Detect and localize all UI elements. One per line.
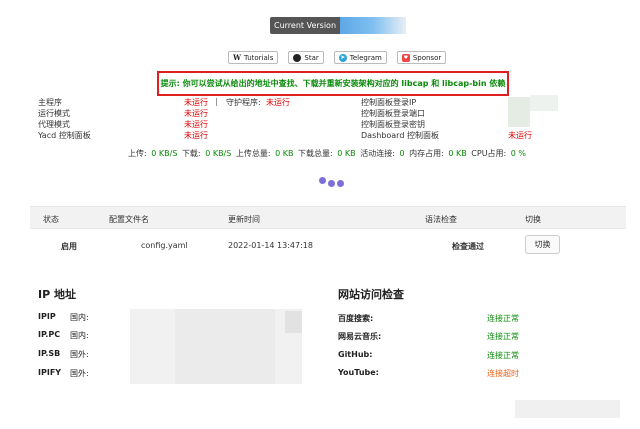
redacted-login-values-2 xyxy=(530,95,558,111)
version-label: Current Version xyxy=(270,17,341,34)
login-key-label: 控制面板登录密钥 xyxy=(361,120,425,129)
sponsor-icon: ♥ xyxy=(401,53,410,62)
row-updated: 2022-01-14 13:47:18 xyxy=(228,241,313,250)
watermark-redacted xyxy=(515,400,620,418)
sponsor-button[interactable]: ♥ Sponsor xyxy=(396,51,447,64)
run-mode-status: 未运行 xyxy=(184,109,208,118)
row-status: 启用 xyxy=(61,242,77,251)
ip-source-label: IP.SB xyxy=(38,349,61,358)
download-label: 下载: xyxy=(181,149,201,158)
ip-location-label: 国外: xyxy=(70,350,89,359)
loading-dot xyxy=(337,180,344,187)
ip-source-label: IPIFY xyxy=(38,368,62,377)
ip-location-label: 国外: xyxy=(70,369,89,378)
yacd-status[interactable]: 未运行 xyxy=(184,130,208,141)
net-site-status: 连接正常 xyxy=(487,351,519,360)
switch-config-button[interactable]: 切换 xyxy=(525,235,560,254)
ip-location-label: 国内: xyxy=(70,313,89,322)
github-icon xyxy=(293,53,302,62)
upload-total-label: 上传总量: xyxy=(235,149,271,158)
ip-source-label: IPIP xyxy=(38,312,56,321)
tutorials-button[interactable]: W Tutorials xyxy=(228,51,279,64)
redacted-login-values xyxy=(508,97,530,127)
dashboard-status[interactable]: 未运行 xyxy=(508,130,532,141)
version-badge: Current Version xyxy=(270,17,407,34)
row-filename: config.yaml xyxy=(141,241,188,250)
redacted-ip-values-edge xyxy=(285,311,302,333)
cpu-value: 0 % xyxy=(510,149,527,158)
telegram-icon: ➤ xyxy=(338,53,347,62)
tutorials-label: Tutorials xyxy=(244,53,274,62)
row-syntax: 检查通过 xyxy=(452,242,484,251)
proxy-mode-status: 未运行 xyxy=(184,120,208,129)
upload-total-value: 0 KB xyxy=(275,149,294,158)
star-button[interactable]: Star xyxy=(288,51,324,64)
header-updated: 更新时间 xyxy=(228,215,260,224)
yacd-label: Yacd 控制面板 xyxy=(38,131,91,140)
traffic-stats: 上传: 0 KB/S 下载: 0 KB/S 上传总量: 0 KB 下载总量: 0… xyxy=(128,148,528,159)
telegram-label: Telegram xyxy=(349,53,382,62)
net-site-label: 网易云音乐: xyxy=(338,332,382,341)
guard-program-label: 守护程序: xyxy=(226,98,261,107)
net-site-label: GitHub: xyxy=(338,350,373,359)
download-total-value: 0 KB xyxy=(337,149,356,158)
upload-value: 0 KB/S xyxy=(151,149,178,158)
run-mode-label: 运行模式 xyxy=(38,109,70,118)
wikipedia-icon: W xyxy=(233,52,241,62)
connections-value: 0 xyxy=(399,149,405,158)
ip-section-title: IP 地址 xyxy=(38,288,76,301)
download-total-label: 下载总量: xyxy=(298,149,333,158)
login-port-label: 控制面板登录端口 xyxy=(361,109,425,118)
cpu-label: CPU占用: xyxy=(471,149,507,158)
net-site-label: 百度搜索: xyxy=(338,314,374,323)
hint-text: 提示: 你可以尝试从给出的地址中查找、下载并重新安装架构对应的 libcap 和… xyxy=(160,79,506,88)
header-status: 状态 xyxy=(43,215,59,224)
download-value: 0 KB/S xyxy=(205,149,232,158)
loading-dot xyxy=(328,180,335,187)
header-filename: 配置文件名 xyxy=(109,215,149,224)
telegram-button[interactable]: ➤ Telegram xyxy=(333,51,387,64)
guard-program-status: 未运行 xyxy=(266,98,290,107)
net-site-status: 连接正常 xyxy=(487,314,519,323)
memory-value: 0 KB xyxy=(448,149,467,158)
net-site-label: YouTube: xyxy=(338,368,379,377)
net-section-title: 网站访问检查 xyxy=(338,288,404,301)
config-table: 状态 配置文件名 更新时间 语法检查 切换 启用 config.yaml 202… xyxy=(30,206,626,262)
link-bar: W Tutorials Star ➤ Telegram ♥ Sponsor xyxy=(228,51,447,64)
ip-location-label: 国内: xyxy=(70,331,89,340)
upload-label: 上传: xyxy=(128,149,147,158)
memory-label: 内存占用: xyxy=(409,149,444,158)
version-value-redacted xyxy=(340,17,407,34)
ip-source-label: IP.PC xyxy=(38,330,61,339)
main-program-status: 未运行 xyxy=(184,98,208,107)
header-switch: 切换 xyxy=(525,215,541,224)
loading-dot xyxy=(319,177,326,184)
sponsor-label: Sponsor xyxy=(412,53,442,62)
net-site-status: 连接正常 xyxy=(487,332,519,341)
status-separator: | xyxy=(215,97,218,106)
hint-box: 提示: 你可以尝试从给出的地址中查找、下载并重新安装架构对应的 libcap 和… xyxy=(157,71,509,96)
main-program-label: 主程序 xyxy=(38,98,62,107)
login-ip-label: 控制面板登录IP xyxy=(361,98,417,107)
redacted-ip-values-inner xyxy=(175,309,275,384)
header-syntax: 语法检查 xyxy=(425,215,457,224)
dashboard-label: Dashboard 控制面板 xyxy=(361,131,439,140)
proxy-mode-label: 代理模式 xyxy=(38,120,70,129)
connections-label: 活动连接: xyxy=(360,149,395,158)
config-table-header: 状态 配置文件名 更新时间 语法检查 切换 xyxy=(30,206,626,229)
net-site-status: 连接超时 xyxy=(487,369,519,378)
star-label: Star xyxy=(304,53,319,62)
